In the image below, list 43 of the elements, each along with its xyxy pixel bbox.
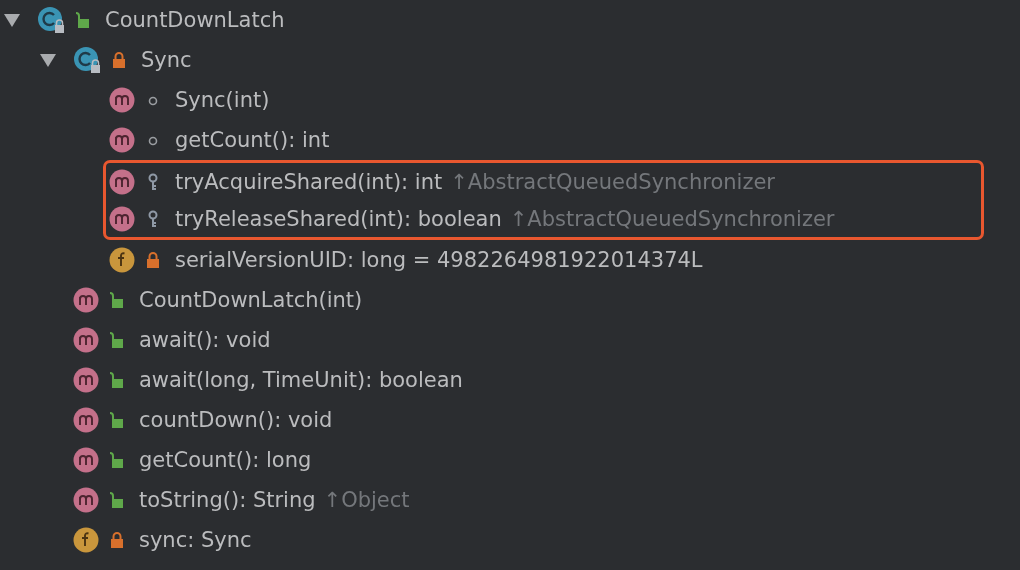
method-icon (109, 205, 135, 232)
open-lock-icon (109, 331, 125, 349)
tree-item-label[interactable]: CountDownLatch (105, 8, 285, 32)
method-icon (73, 487, 99, 513)
tree-item-label[interactable]: sync: Sync (139, 528, 252, 552)
open-lock-icon (109, 491, 125, 509)
tree-item-label[interactable]: await(long, TimeUnit): boolean (139, 368, 463, 392)
tree-item-label[interactable]: Sync (141, 48, 192, 72)
lock-icon (109, 531, 125, 549)
lock-icon (145, 251, 161, 269)
open-lock-icon (109, 451, 125, 469)
tree-item-label[interactable]: getCount(): long (139, 448, 312, 472)
lock-icon (111, 51, 127, 69)
field-icon (73, 527, 99, 553)
tree-item-label[interactable]: await(): void (139, 328, 271, 352)
tree-item-label[interactable]: toString(): String (139, 488, 316, 512)
expand-arrow-icon[interactable] (38, 51, 58, 69)
tree-item-label[interactable]: countDown(): void (139, 408, 333, 432)
open-lock-icon (109, 291, 125, 309)
tree-item-label[interactable]: getCount(): int (175, 128, 330, 152)
method-icon (73, 327, 99, 353)
inherited-from-label: ↑AbstractQueuedSynchronizer (509, 206, 835, 231)
field-icon (109, 247, 135, 273)
open-lock-icon (109, 371, 125, 389)
open-lock-icon (75, 11, 91, 29)
class-icon (73, 46, 101, 74)
expand-arrow-icon[interactable] (2, 11, 22, 29)
tree-item-label[interactable]: tryReleaseShared(int): boolean (175, 206, 502, 231)
method-icon (109, 168, 135, 195)
tree-item-label[interactable]: tryAcquireShared(int): int (175, 169, 443, 194)
method-icon (73, 287, 99, 313)
class-icon (37, 6, 65, 34)
method-icon (73, 367, 99, 393)
tree-item-label[interactable]: Sync(int) (175, 88, 270, 112)
method-icon (109, 127, 135, 153)
method-icon (109, 87, 135, 113)
inherited-from-label: ↑AbstractQueuedSynchronizer (450, 169, 775, 194)
method-icon (73, 407, 99, 433)
tree-item-label[interactable]: serialVersionUID: long = 4982264981922014374L (175, 248, 703, 272)
inherited-from-label: ↑Object (323, 488, 410, 512)
tree-item-label[interactable]: CountDownLatch(int) (139, 288, 363, 312)
method-icon (73, 447, 99, 473)
open-lock-icon (109, 411, 125, 429)
